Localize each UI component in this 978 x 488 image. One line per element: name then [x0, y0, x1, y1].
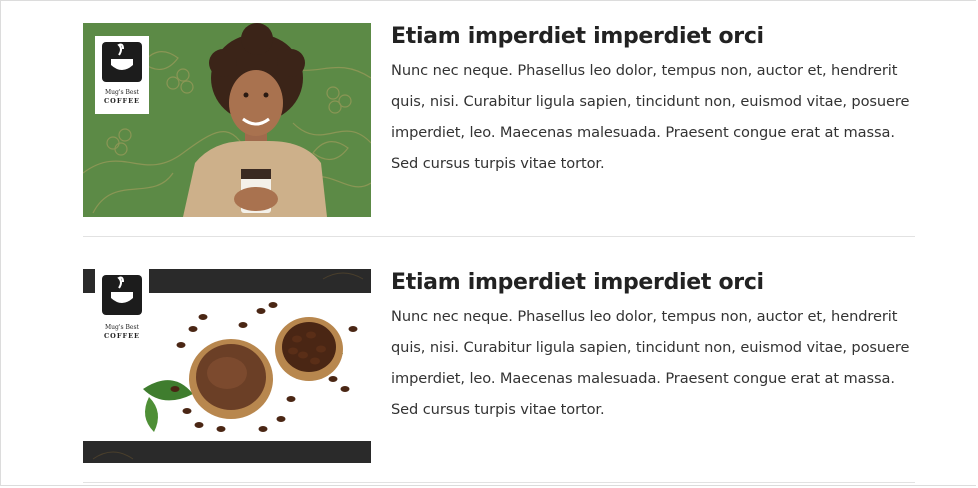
article-body: Nunc nec neque. Phasellus leo dolor, tem…	[391, 62, 910, 172]
logo-line1: Mug's Best	[105, 324, 140, 331]
article-title[interactable]: Etiam imperdiet imperdiet orci	[391, 269, 911, 297]
woman-coffee-image: Mug's Best COFFEE	[83, 23, 371, 217]
article-thumbnail[interactable]: Mug's Best COFFEE	[83, 269, 371, 463]
logo-line2: COFFEE	[104, 97, 140, 105]
article-text: Etiam imperdiet imperdiet orci Nunc nec …	[391, 23, 911, 179]
divider	[83, 236, 915, 237]
article-title[interactable]: Etiam imperdiet imperdiet orci	[391, 23, 911, 51]
article-thumbnail[interactable]: Mug's Best COFFEE	[83, 23, 371, 217]
coffee-beans-image: Mug's Best COFFEE	[83, 269, 371, 463]
article-text: Etiam imperdiet imperdiet orci Nunc nec …	[391, 269, 911, 425]
article-body: Nunc nec neque. Phasellus leo dolor, tem…	[391, 308, 910, 418]
divider	[83, 482, 915, 483]
logo-line1: Mug's Best	[105, 89, 140, 96]
logo-line2: COFFEE	[104, 332, 140, 340]
